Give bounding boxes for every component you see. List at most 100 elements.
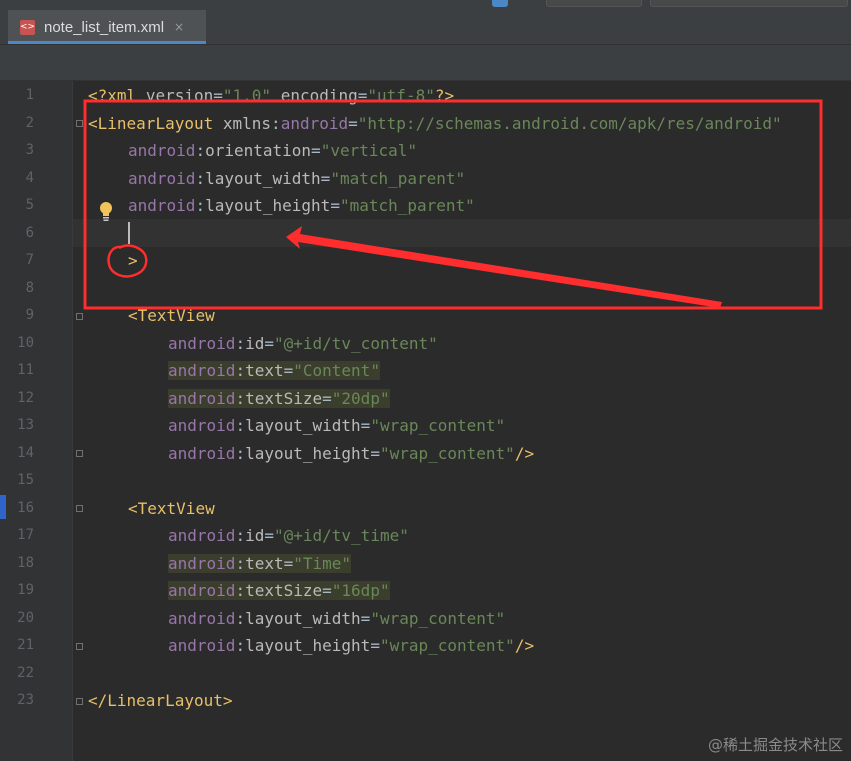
- equals: =: [283, 553, 294, 573]
- colon: :: [235, 526, 246, 545]
- attr-value: "utf-8": [367, 86, 435, 105]
- attr-namespace: android: [168, 361, 236, 380]
- colon: :: [235, 608, 246, 628]
- text-caret: [128, 222, 130, 244]
- equals: =: [322, 388, 332, 408]
- code-line-17[interactable]: android:id="@+id/tv_time": [168, 522, 409, 550]
- line-number: 3: [25, 142, 34, 158]
- line-number: 6: [25, 224, 34, 241]
- colon: :: [235, 333, 246, 353]
- attr-namespace: android: [168, 581, 236, 600]
- xml-decl-tag: xml: [107, 86, 137, 105]
- code-line-10[interactable]: android:id="@+id/tv_content": [168, 330, 438, 358]
- code-line-12[interactable]: android:textSize="20dp": [168, 385, 390, 413]
- lightbulb-icon[interactable]: [97, 200, 115, 222]
- fold-marker[interactable]: [76, 643, 83, 650]
- code-line-14[interactable]: android:layout_height="wrap_content"/>: [168, 440, 534, 468]
- attr-value: "wrap_content": [370, 608, 506, 628]
- colon: :: [195, 168, 206, 188]
- attr-name: text: [245, 553, 284, 573]
- code-line-9[interactable]: <TextView: [128, 302, 215, 330]
- code-line-23[interactable]: </LinearLayout>: [88, 687, 233, 715]
- code-line-11[interactable]: android:text="Content": [168, 357, 380, 385]
- equals: =: [213, 86, 223, 105]
- code-line-2[interactable]: <LinearLayout xmlns:android="http://sche…: [88, 110, 782, 138]
- attr-name: android: [280, 113, 349, 133]
- colon: :: [235, 388, 246, 408]
- line-number: 10: [17, 334, 34, 351]
- fold-marker[interactable]: [76, 505, 83, 512]
- attr-name: version: [145, 86, 214, 105]
- attr-name: layout_width: [245, 416, 361, 435]
- attr-name: encoding: [280, 86, 358, 105]
- equals: =: [357, 86, 368, 105]
- attr-name: id: [245, 333, 265, 353]
- tag-close: >: [128, 251, 138, 270]
- code-line-3[interactable]: android:orientation="vertical": [128, 137, 417, 165]
- tag-open: <: [128, 306, 138, 325]
- attr-value: "@+id/tv_time": [273, 526, 409, 545]
- attr-namespace: android: [128, 196, 196, 215]
- equals: =: [370, 443, 380, 463]
- line-number: 1: [25, 87, 34, 103]
- tag-name: TextView: [137, 498, 215, 518]
- device-selector[interactable]: [546, 0, 642, 7]
- code-line-20[interactable]: android:layout_width="wrap_content": [168, 605, 505, 633]
- tag-name: LinearLayout: [107, 691, 223, 710]
- colon: :: [235, 636, 246, 655]
- line-number: 7: [25, 252, 34, 268]
- close-icon[interactable]: ×: [174, 20, 184, 34]
- fold-marker[interactable]: [76, 450, 83, 457]
- line-number: 12: [17, 389, 34, 406]
- tag-self-close: />: [514, 443, 535, 463]
- equals: =: [283, 361, 294, 380]
- code-line-1[interactable]: <?xml version="1.0" encoding="utf-8"?>: [88, 82, 454, 110]
- attr-name: textSize: [245, 581, 323, 600]
- attr-namespace: android: [128, 168, 196, 188]
- run-toolbar[interactable]: [650, 0, 848, 7]
- attr-value: "http://schemas.android.com/apk/res/andr…: [357, 113, 782, 133]
- equals: =: [330, 196, 340, 215]
- equals: =: [348, 113, 358, 133]
- code-line-21[interactable]: android:layout_height="wrap_content"/>: [168, 632, 534, 660]
- attr-name: layout_height: [205, 196, 331, 215]
- attr-namespace: android: [168, 608, 236, 628]
- code-line-13[interactable]: android:layout_width="wrap_content": [168, 412, 505, 440]
- line-number: 16: [17, 499, 34, 516]
- attr-value: "wrap_content": [370, 416, 506, 435]
- code-line-4[interactable]: android:layout_width="match_parent": [128, 165, 465, 193]
- code-line-19[interactable]: android:textSize="16dp": [168, 577, 390, 605]
- code-line-5[interactable]: android:layout_height="match_parent": [128, 192, 475, 220]
- xml-decl-close: ?>: [434, 86, 455, 105]
- attr-value: "vertical": [320, 141, 418, 160]
- fold-marker[interactable]: [76, 698, 83, 705]
- tag-open: </: [88, 691, 108, 710]
- run-config-icon[interactable]: [492, 0, 508, 7]
- tab-note-list-item[interactable]: <> note_list_item.xml ×: [8, 10, 206, 44]
- code-line-7[interactable]: >: [128, 247, 138, 275]
- code-line-18[interactable]: android:text="Time": [168, 550, 352, 578]
- attr-name: layout_height: [245, 636, 371, 655]
- equals: =: [320, 168, 331, 188]
- line-number: 8: [25, 279, 34, 296]
- gutter-separator: [72, 81, 73, 761]
- xml-file-icon: <>: [20, 19, 35, 35]
- equals: =: [360, 416, 371, 435]
- attr-name: layout_height: [245, 443, 371, 463]
- line-number: 11: [17, 362, 34, 378]
- attr-namespace: android: [168, 553, 236, 573]
- line-number: 9: [25, 307, 34, 323]
- colon: :: [235, 443, 246, 463]
- attr-value: "Time": [293, 553, 352, 573]
- code-line-16[interactable]: <TextView: [128, 495, 215, 523]
- current-line-highlight: [73, 219, 851, 247]
- fold-marker[interactable]: [76, 120, 83, 127]
- line-number: 20: [17, 609, 34, 626]
- tag-open: <: [88, 113, 98, 133]
- fold-marker[interactable]: [76, 313, 83, 320]
- attr-name: layout_width: [245, 608, 361, 628]
- equals: =: [360, 608, 371, 628]
- attr-name: text: [245, 361, 284, 380]
- tag-open: <: [128, 498, 138, 518]
- attr-name: textSize: [245, 388, 323, 408]
